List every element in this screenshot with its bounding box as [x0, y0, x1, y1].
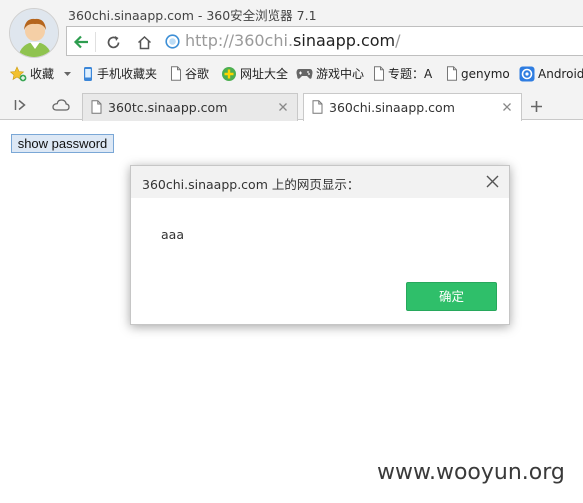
tab-360tc[interactable]: 360tc.sinaapp.com	[82, 93, 298, 121]
gamepad-icon	[296, 69, 313, 79]
url-subdomain: 360chi.	[234, 31, 294, 50]
page-icon	[374, 66, 384, 81]
reload-button[interactable]	[100, 29, 126, 55]
back-arrow-icon	[73, 35, 88, 49]
bookmark-web-directory[interactable]: 网址大全	[221, 62, 288, 85]
bookmark-label: 游戏中心	[316, 67, 365, 81]
close-icon[interactable]	[501, 101, 513, 113]
user-avatar[interactable]	[9, 8, 59, 58]
tab-label: 360chi.sinaapp.com	[329, 100, 455, 115]
cloud-sync-button[interactable]	[51, 95, 71, 115]
close-icon[interactable]	[485, 174, 500, 189]
page-icon	[171, 66, 181, 81]
dialog-header: 360chi.sinaapp.com 上的网页显示：	[131, 166, 509, 198]
phone-icon	[84, 66, 92, 81]
url-domain: sinaapp.com	[293, 31, 396, 50]
bookmarks-bar: 收藏 手机收藏夹 谷歌 网址大全 游戏中心 专题：A genymo Androi…	[0, 62, 583, 85]
android-icon	[519, 66, 535, 81]
window-title: 360chi.sinaapp.com - 360安全浏览器 7.1	[68, 8, 317, 23]
page-icon	[312, 100, 323, 114]
star-icon	[10, 65, 27, 81]
bookmark-label: 网址大全	[240, 67, 289, 81]
address-bar[interactable]: http://360chi.sinaapp.com/	[66, 26, 583, 56]
alert-dialog: 360chi.sinaapp.com 上的网页显示： aaa 确定	[130, 165, 510, 325]
bookmark-dropdown[interactable]	[63, 62, 75, 85]
site-globe-icon	[165, 34, 180, 49]
page-icon	[447, 66, 457, 81]
home-button[interactable]	[131, 29, 157, 55]
home-icon	[137, 35, 151, 49]
reload-icon	[107, 35, 119, 48]
bookmark-favorites[interactable]: 收藏	[10, 62, 54, 85]
tab-strip: 360tc.sinaapp.com 360chi.sinaapp.com	[0, 90, 583, 121]
back-button[interactable]	[68, 29, 94, 55]
sidebar-toggle-button[interactable]	[10, 95, 30, 115]
page-icon	[91, 100, 102, 114]
bookmark-label: 谷歌	[185, 67, 210, 81]
bookmark-label: 收藏	[30, 67, 55, 81]
bookmark-game-center[interactable]: 游戏中心	[296, 62, 364, 85]
new-tab-button[interactable]	[526, 96, 546, 116]
sidebar-toggle-icon	[14, 99, 26, 111]
web-directory-icon	[222, 66, 236, 81]
bookmark-label: genymo	[461, 66, 510, 81]
url-scheme: http://	[185, 31, 235, 50]
bookmark-label: 专题：A	[388, 67, 433, 81]
browser-chrome: 360chi.sinaapp.com - 360安全浏览器 7.1 http:/…	[0, 0, 583, 121]
url-text[interactable]: http://360chi.sinaapp.com/	[185, 30, 401, 52]
bookmark-google[interactable]: 谷歌	[170, 62, 209, 85]
bookmark-label: 手机收藏夹	[97, 67, 158, 81]
tab-360chi[interactable]: 360chi.sinaapp.com	[303, 93, 522, 121]
close-icon[interactable]	[277, 101, 289, 113]
nav-separator	[95, 32, 96, 52]
bookmark-topic[interactable]: 专题：A	[373, 62, 432, 85]
bookmark-label: Android	[538, 66, 583, 81]
plus-icon	[530, 100, 542, 112]
bookmark-android[interactable]: Android	[519, 62, 583, 85]
chevron-down-icon	[64, 71, 71, 76]
tab-label: 360tc.sinaapp.com	[108, 100, 228, 115]
bookmark-genymotion[interactable]: genymo	[446, 62, 510, 85]
dialog-message: aaa	[161, 227, 184, 242]
bookmark-mobile-favorites[interactable]: 手机收藏夹	[82, 62, 157, 85]
dialog-title: 360chi.sinaapp.com 上的网页显示：	[142, 177, 360, 192]
user-avatar-icon	[10, 9, 58, 57]
url-path: /	[395, 31, 401, 50]
ok-button[interactable]: 确定	[406, 282, 497, 311]
watermark: www.wooyun.org	[377, 460, 565, 485]
show-password-button[interactable]: show password	[11, 134, 114, 153]
cloud-icon	[52, 99, 70, 111]
